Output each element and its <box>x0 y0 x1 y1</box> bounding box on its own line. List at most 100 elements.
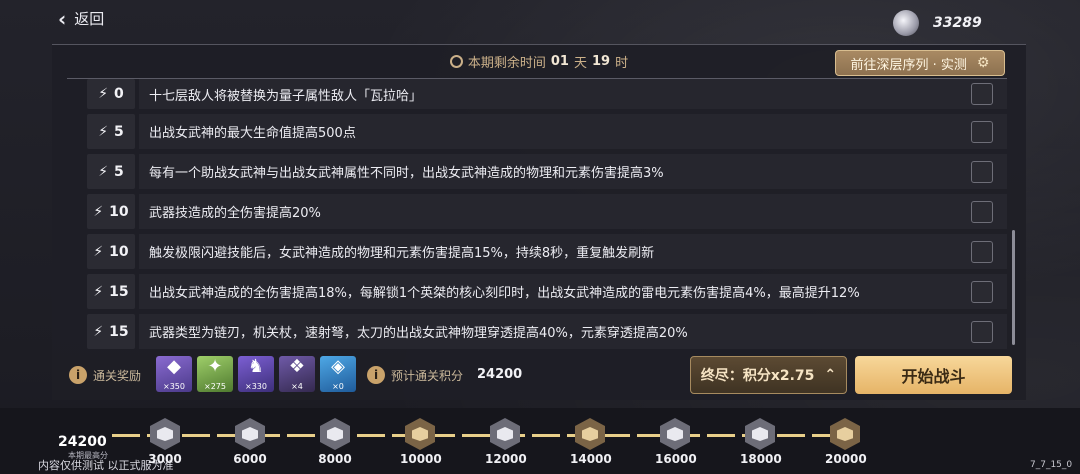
modifier-checkbox[interactable] <box>971 241 993 263</box>
modifier-row[interactable]: ⚡ 5 每有一个助战女武神与出战女武神属性不同时，出战女武神造成的物理和元素伤害提… <box>87 154 1007 189</box>
modifier-checkbox[interactable] <box>971 321 993 343</box>
modifier-value-badge: ⚡ 10 <box>87 194 135 229</box>
milestone-label: 10000 <box>400 452 442 466</box>
modifier-checkbox[interactable] <box>971 83 993 105</box>
modifier-row[interactable]: ⚡ 10 武器技造成的全伤害提高20% <box>87 194 1007 229</box>
modifier-checkbox[interactable] <box>971 161 993 183</box>
action-bar: i 通关奖励 ◆ ×350 ✦ ×275 ♞ ×330 ❖ ×4 ◈ ×0 i 预计通关积… <box>52 350 1026 400</box>
reward-item[interactable]: ❖ ×4 <box>279 356 315 392</box>
info-icon[interactable]: i <box>69 366 87 384</box>
start-battle-label: 开始战斗 <box>901 367 966 386</box>
milestone-chest-icon <box>830 418 860 450</box>
milestone-node[interactable]: 8000 <box>315 418 355 466</box>
milestone-node[interactable]: 3000 <box>145 418 185 466</box>
stamp-icon: ✦ <box>207 356 223 377</box>
difficulty-label: 终尽：积分x2.75 <box>700 368 815 384</box>
milestone-node[interactable]: 16000 <box>655 418 697 466</box>
clock-icon <box>449 55 463 68</box>
currency-display: 33289 <box>893 10 982 36</box>
milestone-chest-icon <box>745 418 775 450</box>
start-battle-button[interactable]: 开始战斗 <box>855 356 1012 394</box>
modifier-list[interactable]: ⚡ 0 十七层敌人将被替换为量子属性敌人「瓦拉哈」 ⚡ 5 出战女武神的最大生命值提… <box>87 79 1007 349</box>
rewards-label: i 通关奖励 <box>69 366 141 384</box>
reward-count: ×275 <box>204 382 226 391</box>
crystal-icon <box>893 10 919 36</box>
score-label: i 预计通关积分 <box>367 366 463 384</box>
goto-button-label: 前往深层序列 · 实测 <box>850 57 967 73</box>
reward-count: ×350 <box>163 382 185 391</box>
lightning-icon: ⚡ <box>93 323 104 340</box>
modifier-row[interactable]: ⚡ 5 出战女武神的最大生命值提高500点 <box>87 114 1007 149</box>
modifier-text: 每有一个助战女武神与出战女武神属性不同时，出战女武神造成的物理和元素伤害提高3% <box>139 154 1007 189</box>
milestone-node[interactable]: 12000 <box>485 418 527 466</box>
modifier-value-badge: ⚡ 10 <box>87 234 135 269</box>
currency-amount: 33289 <box>933 15 982 31</box>
reward-item[interactable]: ◆ ×350 <box>156 356 192 392</box>
chevron-left-icon: ‹ <box>58 6 67 31</box>
milestone-node[interactable]: 6000 <box>230 418 270 466</box>
version-label: 7_7_15_0 <box>1030 460 1073 470</box>
lightning-icon: ⚡ <box>98 123 109 140</box>
milestone-chest-icon <box>150 418 180 450</box>
milestone-node[interactable]: 18000 <box>740 418 782 466</box>
modifier-value-badge: ⚡ 15 <box>87 274 135 309</box>
timer-prefix: 本期剩余时间 <box>467 56 546 71</box>
gear-icon: ⚙ <box>976 55 990 71</box>
modifier-value: 5 <box>114 123 124 140</box>
info-icon[interactable]: i <box>367 366 385 384</box>
lightning-icon: ⚡ <box>93 283 104 300</box>
modifier-value: 0 <box>114 86 124 102</box>
milestone-label: 8000 <box>318 452 352 466</box>
modifier-checkbox[interactable] <box>971 201 993 223</box>
remaining-time: 本期剩余时间 01 天 19 时 <box>449 52 629 71</box>
reward-item[interactable]: ✦ ×275 <box>197 356 233 392</box>
character-chip-icon: ♞ <box>247 356 265 377</box>
modifier-row[interactable]: ⚡ 15 出战女武神造成的全伤害提高18%，每解锁1个英桀的核心刻印时，出战女武神… <box>87 274 1007 309</box>
milestone-label: 3000 <box>148 452 182 466</box>
modifier-row[interactable]: ⚡ 10 触发极限闪避技能后，女武神造成的物理和元素伤害提高15%，持续8秒，重复… <box>87 234 1007 269</box>
modifier-row[interactable]: ⚡ 0 十七层敌人将被替换为量子属性敌人「瓦拉哈」 <box>87 79 1007 109</box>
rewards-label-text: 通关奖励 <box>93 368 142 383</box>
modifier-checkbox[interactable] <box>971 281 993 303</box>
score-value: 24200 <box>477 367 523 382</box>
scrollbar[interactable] <box>1012 230 1015 345</box>
timer-days-unit: 天 <box>573 56 587 71</box>
material-icon: ❖ <box>288 356 306 377</box>
lightning-icon: ⚡ <box>98 86 109 102</box>
reward-count: ×4 <box>291 382 303 391</box>
reward-count: ×330 <box>245 382 267 391</box>
modifier-text: 出战女武神的最大生命值提高500点 <box>139 114 1007 149</box>
milestone-label: 6000 <box>233 452 267 466</box>
goto-deep-sequence-button[interactable]: 前往深层序列 · 实测 ⚙ <box>835 50 1005 76</box>
difficulty-selector[interactable]: 终尽：积分x2.75 ⌃ <box>690 356 847 394</box>
lightning-icon: ⚡ <box>93 203 104 220</box>
modifier-checkbox[interactable] <box>971 121 993 143</box>
milestone-chest-icon <box>490 418 520 450</box>
reward-count: ×0 <box>332 382 344 391</box>
modifier-value: 10 <box>109 203 129 220</box>
milestone-node[interactable]: 14000 <box>570 418 612 466</box>
modifier-value: 5 <box>114 163 124 180</box>
lightning-icon: ⚡ <box>93 243 104 260</box>
milestone-chest-icon <box>235 418 265 450</box>
milestone-chest-icon <box>320 418 350 450</box>
modifier-value-badge: ⚡ 0 <box>87 79 135 109</box>
reward-item[interactable]: ◈ ×0 <box>320 356 356 392</box>
timer-hours: 19 <box>592 54 611 69</box>
valkyrie-fragment-icon: ◆ <box>167 356 181 377</box>
milestone-node[interactable]: 20000 <box>825 418 867 466</box>
modifier-text: 武器技造成的全伤害提高20% <box>139 194 1007 229</box>
crystal-cluster-icon: ◈ <box>331 356 345 377</box>
timer-hours-unit: 时 <box>615 56 629 71</box>
milestone-label: 12000 <box>485 452 527 466</box>
challenge-panel: 本期剩余时间 01 天 19 时 前往深层序列 · 实测 ⚙ ⚡ 0 十七层敌人将… <box>52 44 1026 400</box>
current-score: 24200 <box>58 434 107 450</box>
modifier-text: 触发极限闪避技能后，女武神造成的物理和元素伤害提高15%，持续8秒，重复触发刷新 <box>139 234 1007 269</box>
modifier-row[interactable]: ⚡ 15 武器类型为链刃，机关杖，速射弩，太刀的出战女武神物理穿透提高40%，元素… <box>87 314 1007 349</box>
reward-item[interactable]: ♞ ×330 <box>238 356 274 392</box>
milestone-label: 20000 <box>825 452 867 466</box>
back-button[interactable]: ‹ 返回 <box>58 8 104 29</box>
milestone-label: 18000 <box>740 452 782 466</box>
milestone-node[interactable]: 10000 <box>400 418 442 466</box>
score-label-text: 预计通关积分 <box>391 368 464 383</box>
